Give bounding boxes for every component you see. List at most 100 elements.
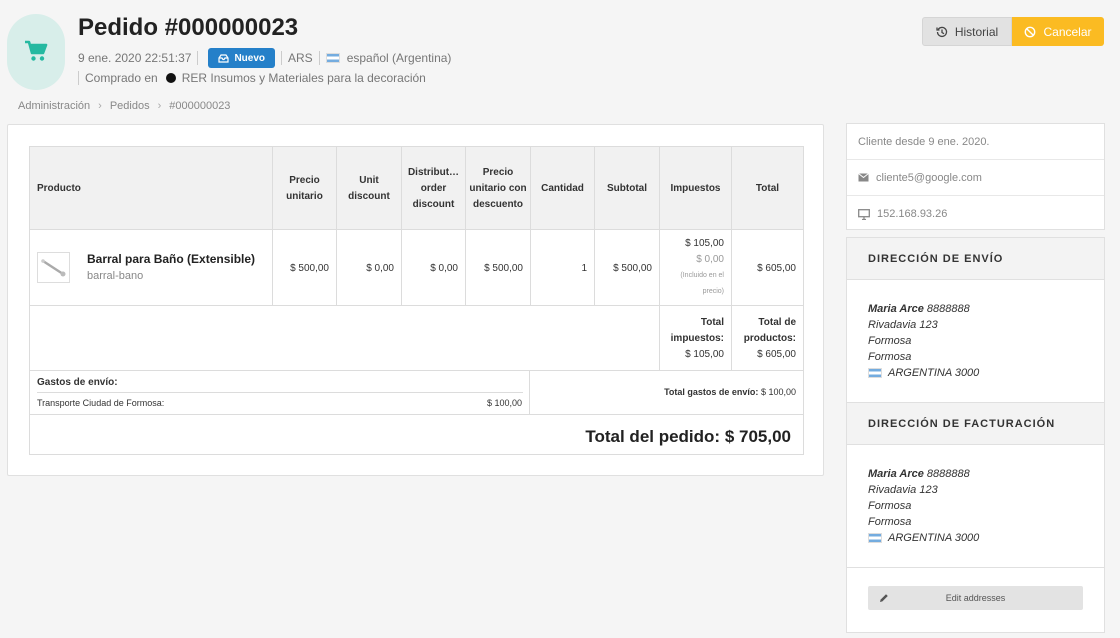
col-taxes: Impuestos (660, 147, 732, 230)
product-name[interactable]: Barral para Baño (Extensible) (87, 252, 255, 266)
shipping-details: Gastos de envío: Transporte Ciudad de Fo… (30, 371, 530, 415)
tax-amount: $ 105,00 (685, 238, 724, 249)
total-tax-label-1: Total (700, 316, 724, 328)
total-products-value: $ 605,00 (757, 348, 796, 360)
billing-address-name: Maria Arce (868, 468, 924, 480)
subtotal-value: $ 500,00 (595, 230, 660, 306)
order-header: Pedido #000000023 9 ene. 2020 22:51:37 N… (0, 0, 1120, 125)
totals-spacer (30, 306, 660, 371)
order-date: 9 ene. 2020 22:51:37 (78, 51, 192, 65)
breadcrumb: Administración › Pedidos › #000000023 (18, 100, 230, 112)
billing-address-city: Formosa (868, 500, 912, 512)
shipping-total-value: $ 100,00 (760, 387, 796, 397)
tax-note-2: precio) (702, 288, 724, 295)
store-color-dot-icon (165, 73, 176, 83)
edit-addresses-label: Edit addresses (945, 593, 1006, 603)
breadcrumb-item-current: #000000023 (169, 100, 231, 112)
billing-address-state: Formosa (868, 516, 912, 528)
inbox-icon (218, 53, 230, 63)
cancel-button[interactable]: Cancelar (1012, 17, 1104, 46)
breadcrumb-item-admin[interactable]: Administración (18, 100, 90, 112)
col-total: Total (755, 182, 780, 194)
store-info: Comprado en RER Insumos y Materiales par… (78, 70, 426, 86)
language: español (Argentina) (346, 51, 452, 65)
total-value: $ 605,00 (757, 262, 796, 274)
envelope-icon (858, 173, 869, 182)
col-subtotal: Subtotal (595, 147, 660, 230)
total-products-cell: Total de productos: $ 605,00 (732, 306, 803, 371)
unit-price-value: $ 500,00 (273, 230, 337, 306)
customer-email-row: cliente5@google.com (847, 160, 1104, 196)
shipping-address-state: Formosa (868, 351, 912, 363)
shipping-address-street: Rivadavia 123 (868, 319, 938, 331)
col-discounted-price: Precio unitario con descuento (466, 147, 531, 230)
status-label: Nuevo (234, 52, 265, 64)
argentina-flag-icon (868, 533, 882, 543)
shipping-address-name: Maria Arce (868, 303, 924, 315)
shopping-cart-icon (25, 40, 48, 61)
shipping-title: Gastos de envío: (37, 377, 118, 388)
discounted-price-value: $ 500,00 (466, 230, 531, 306)
currency: ARS (288, 51, 313, 65)
products-panel: Producto Precio unitario Unit discount D… (7, 124, 824, 476)
totals-row: Total impuestos: $ 105,00 Total de produ… (30, 306, 803, 371)
total-products-label-1: Total de (758, 316, 796, 328)
billing-address-heading: DIRECCIÓN DE FACTURACIÓN (847, 403, 1104, 445)
total-products-label-2: productos: (743, 332, 796, 344)
cancel-label: Cancelar (1043, 24, 1092, 39)
shipping-price: $ 100,00 (486, 398, 522, 408)
pencil-icon (880, 594, 888, 602)
products-table: Producto Precio unitario Unit discount D… (29, 146, 804, 455)
order-grand-total: Total del pedido: $ 705,00 (585, 427, 791, 446)
total-tax-cell: Total impuestos: $ 105,00 (660, 306, 732, 371)
quantity-value: 1 (531, 230, 595, 306)
shipping-address-heading: DIRECCIÓN DE ENVÍO (847, 238, 1104, 280)
status-badge[interactable]: Nuevo (208, 48, 275, 68)
shipping-address: Maria Arce 8888888 Rivadavia 123 Formosa… (847, 280, 1104, 381)
billing-address-phone: 8888888 (926, 468, 970, 480)
product-cell: Barral para Baño (Extensible) barral-ban… (30, 230, 273, 306)
shipping-row: Gastos de envío: Transporte Ciudad de Fo… (30, 371, 803, 415)
shipping-address-phone: 8888888 (926, 303, 970, 315)
table-row: Barral para Baño (Extensible) barral-ban… (30, 230, 803, 306)
customer-email[interactable]: cliente5@google.com (876, 172, 982, 184)
customer-ip-row: 152.168.93.26 (847, 196, 1104, 232)
total-tax-label-2: impuestos: (670, 332, 724, 344)
tax-cell: $ 105,00 $ 0,00 (Incluido en el precio) (660, 230, 732, 306)
customer-card: Cliente desde 9 ene. 2020. cliente5@goog… (846, 123, 1105, 230)
cancel-icon (1025, 26, 1036, 37)
col-unit-discount: Unit discount (337, 147, 402, 230)
customer-since: Cliente desde 9 ene. 2020. (847, 124, 1104, 160)
order-discount-value: $ 0,00 (402, 230, 466, 306)
cart-badge (7, 14, 65, 90)
billing-address-section: DIRECCIÓN DE FACTURACIÓN Maria Arce 8888… (847, 402, 1104, 546)
order-meta: 9 ene. 2020 22:51:37 Nuevo ARS español (… (78, 48, 451, 68)
breadcrumb-item-orders[interactable]: Pedidos (110, 100, 150, 112)
desktop-icon (858, 208, 870, 220)
col-quantity: Cantidad (531, 147, 595, 230)
unit-discount-value: $ 0,00 (337, 230, 402, 306)
shipping-address-section: DIRECCIÓN DE ENVÍO Maria Arce 8888888 Ri… (847, 238, 1104, 381)
history-button[interactable]: Historial (922, 17, 1012, 46)
customer-since-text: Cliente desde 9 ene. 2020. (858, 135, 990, 148)
col-product: Producto (30, 147, 273, 230)
table-header: Producto Precio unitario Unit discount D… (30, 147, 803, 230)
billing-address-country: ARGENTINA 3000 (888, 532, 980, 544)
purchased-in-label: Comprado en (85, 71, 158, 85)
history-icon (936, 26, 947, 37)
argentina-flag-icon (325, 53, 340, 63)
shipping-carrier: Transporte Ciudad de Formosa: (37, 398, 165, 408)
product-thumbnail[interactable] (37, 252, 70, 283)
store-name[interactable]: RER Insumos y Materiales para la decorac… (182, 71, 426, 85)
edit-addresses-button[interactable]: Edit addresses (868, 586, 1083, 610)
col-order-discount: Distribut… order discount (402, 147, 466, 230)
shipping-total: Total gastos de envío: $ 100,00 (664, 387, 796, 397)
chevron-right-icon: › (157, 100, 162, 112)
col-unit-price: Precio unitario (273, 147, 337, 230)
tax-note-1: (Incluido en el (680, 272, 724, 279)
shipping-address-country: ARGENTINA 3000 (888, 367, 980, 379)
argentina-flag-icon (868, 368, 882, 378)
shipping-total-label: Total gastos de envío: (664, 387, 759, 397)
addresses-card: DIRECCIÓN DE ENVÍO Maria Arce 8888888 Ri… (846, 237, 1105, 633)
shipping-address-city: Formosa (868, 335, 912, 347)
